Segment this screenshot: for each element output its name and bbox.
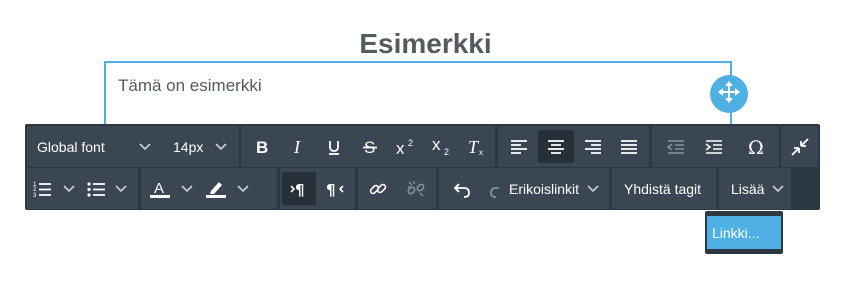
page-title: Esimerkki <box>359 28 492 59</box>
unordered-list-button[interactable] <box>87 172 135 205</box>
chevron-down-icon <box>215 142 227 151</box>
merge-tags-label: Yhdistä tagit <box>624 180 702 197</box>
unlink-icon <box>406 179 426 199</box>
color-group: A <box>141 168 277 209</box>
omega-icon: Ω <box>747 137 767 157</box>
undo-icon <box>451 180 471 198</box>
ordered-list-button[interactable]: 123 <box>33 172 83 205</box>
align-center-icon <box>547 139 565 155</box>
chevron-down-icon <box>772 184 785 193</box>
special-character-button[interactable]: Ω <box>739 130 775 163</box>
more-dropdown[interactable]: Lisää <box>731 172 789 205</box>
more-dropdown-menu: Linkki... <box>705 211 783 254</box>
align-left-icon <box>510 139 528 155</box>
clear-format-icon: Tx <box>466 138 486 156</box>
link-group <box>358 168 436 209</box>
underline-button[interactable] <box>317 130 351 163</box>
svg-text:A: A <box>154 180 164 197</box>
special-links-label: Erikoislinkit <box>509 180 580 197</box>
chevron-down-icon <box>63 184 75 193</box>
italic-icon: I <box>289 138 307 156</box>
rtl-icon: ¶ <box>325 180 345 198</box>
align-justify-button[interactable] <box>612 130 646 163</box>
ordered-list-icon: 123 <box>33 180 51 198</box>
outdent-button[interactable] <box>658 130 694 163</box>
collapse-icon <box>790 137 810 157</box>
subscript-icon: x2 <box>431 137 453 157</box>
clear-format-button[interactable]: Tx <box>459 130 493 163</box>
font-size-select[interactable]: 14px <box>173 130 237 163</box>
align-center-button[interactable] <box>538 130 574 163</box>
subscript-button[interactable]: x2 <box>425 130 459 163</box>
indent-icon <box>705 139 723 155</box>
merge-tags-button[interactable]: Yhdistä tagit <box>624 172 714 205</box>
svg-text:2: 2 <box>444 147 449 157</box>
collapse-toolbar-button[interactable] <box>783 130 816 163</box>
superscript-icon: x2 <box>395 138 417 156</box>
svg-text:x: x <box>432 137 441 154</box>
svg-text:3: 3 <box>33 193 37 198</box>
direction-group: ¶ ¶ <box>280 168 355 209</box>
move-handle[interactable] <box>710 75 748 113</box>
text-style-group: B I S x2 x 2 T x <box>241 126 495 167</box>
bold-icon: B <box>253 138 271 156</box>
outdent-icon <box>667 139 685 155</box>
svg-text:x: x <box>479 148 483 156</box>
special-char-group: Ω <box>735 126 779 167</box>
svg-text:¶: ¶ <box>326 181 336 198</box>
insert-link-button[interactable] <box>360 172 396 205</box>
svg-text:2: 2 <box>408 138 413 148</box>
chevron-down-icon <box>237 184 249 193</box>
font-family-value: Global font <box>37 138 105 155</box>
indent-button[interactable] <box>696 130 732 163</box>
special-links-group: Erikoislinkit <box>499 168 609 209</box>
special-links-dropdown[interactable]: Erikoislinkit <box>509 172 605 205</box>
ltr-button[interactable]: ¶ <box>282 172 316 205</box>
chevron-down-icon <box>587 184 599 193</box>
rtl-button[interactable]: ¶ <box>318 172 352 205</box>
chevron-down-icon <box>115 184 127 193</box>
merge-tags-group: Yhdistä tagit <box>612 168 716 209</box>
svg-text:Ω: Ω <box>748 137 764 157</box>
ltr-icon: ¶ <box>289 180 309 198</box>
svg-text:I: I <box>293 138 301 156</box>
unlink-button[interactable] <box>398 172 434 205</box>
undo-button[interactable] <box>443 172 479 205</box>
font-group: Global font 14px <box>27 126 239 167</box>
more-label: Lisää <box>731 180 765 197</box>
formatting-toolbar: Global font 14px B I S x 2 x 2 T x Ω 1 2… <box>25 124 820 210</box>
move-icon <box>716 79 742 110</box>
align-right-button[interactable] <box>576 130 610 163</box>
list-group: 123 <box>27 168 138 209</box>
italic-button[interactable]: I <box>281 130 315 163</box>
text-color-button[interactable]: A <box>149 172 205 205</box>
svg-text:x: x <box>396 139 405 156</box>
link-icon <box>368 179 388 199</box>
more-group: Lisää <box>719 168 791 209</box>
svg-text:¶: ¶ <box>295 181 305 198</box>
highlight-color-button[interactable] <box>205 172 271 205</box>
highlight-icon <box>205 179 227 199</box>
align-right-icon <box>584 139 602 155</box>
align-justify-icon <box>620 139 638 155</box>
superscript-button[interactable]: x2 <box>389 130 423 163</box>
font-size-value: 14px <box>173 138 204 155</box>
alignment-group <box>498 126 649 167</box>
collapse-group <box>781 126 818 167</box>
font-family-select[interactable]: Global font <box>37 130 165 163</box>
editor-content[interactable]: Tämä on esimerkki <box>118 76 262 96</box>
strikethrough-button[interactable]: S <box>353 130 387 163</box>
unordered-list-icon <box>87 180 105 198</box>
align-left-button[interactable] <box>502 130 536 163</box>
chevron-down-icon <box>181 184 193 193</box>
text-color-icon: A <box>149 179 171 199</box>
underline-icon <box>325 138 343 156</box>
svg-text:B: B <box>256 138 268 156</box>
chevron-down-icon <box>139 142 151 151</box>
strikethrough-icon: S <box>361 138 379 156</box>
bold-button[interactable]: B <box>245 130 279 163</box>
menu-item-link[interactable]: Linkki... <box>707 216 781 249</box>
